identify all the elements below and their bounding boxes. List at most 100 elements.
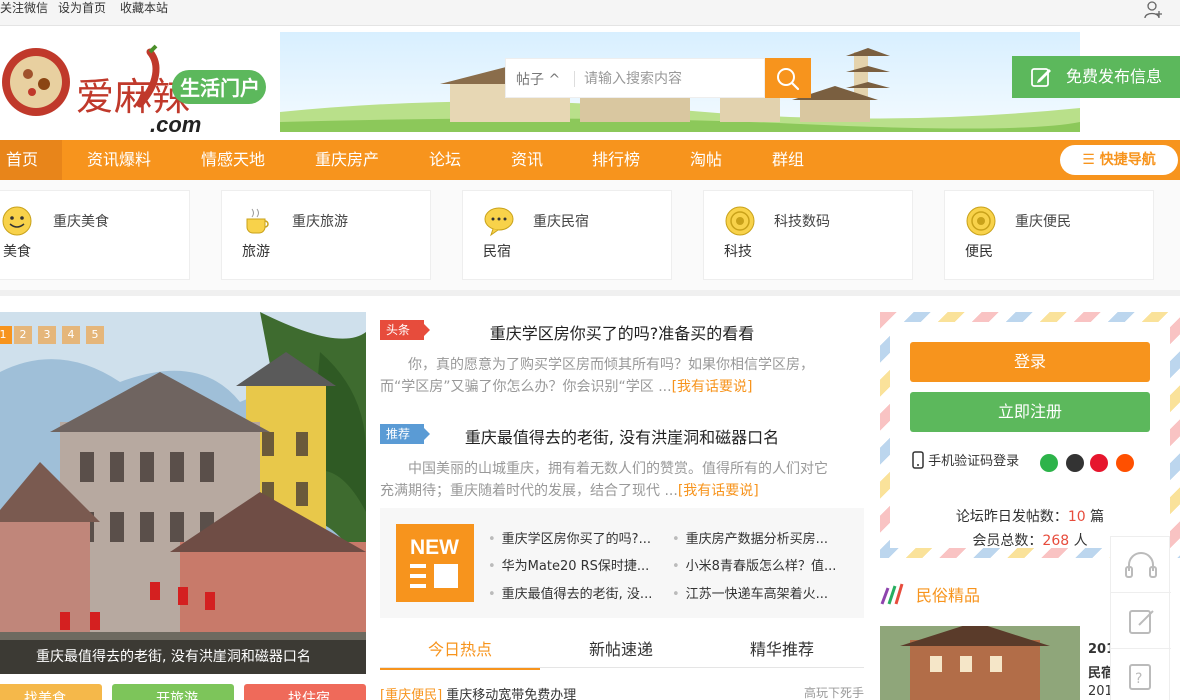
- article-title[interactable]: 重庆最值得去的老街, 没有洪崖洞和磁器口名: [380, 424, 864, 448]
- stat-posts-yesterday: 论坛昨日发帖数：10 篇: [890, 506, 1170, 526]
- main-nav: 首页 资讯爆料 情感天地 重庆房产 论坛 资讯 排行榜 淘帖 群组 ☰ 快捷导航: [0, 140, 1180, 180]
- tab-hot-today[interactable]: 今日热点: [380, 632, 540, 670]
- category-title: 科技数码: [774, 214, 830, 230]
- slider-caption[interactable]: 重庆最值得去的老街, 没有洪崖洞和磁器口名: [0, 640, 366, 674]
- new-post-link[interactable]: 重庆学区房你买了的吗?...: [488, 528, 651, 547]
- slider-dot[interactable]: 2: [14, 326, 32, 344]
- quick-nav-button[interactable]: ☰ 快捷导航: [1060, 145, 1178, 175]
- feedback-tool[interactable]: [1111, 593, 1171, 649]
- category-title: 重庆美食: [53, 214, 109, 230]
- set-home-link[interactable]: 设为首页: [58, 0, 106, 16]
- news-icon: NEW: [410, 536, 459, 588]
- excerpt-line: 你，真的愿意为了购买学区房而倾其所有吗？如果你相信学区房，: [408, 357, 814, 373]
- qq-icon[interactable]: [1066, 454, 1084, 472]
- article-headline: 头条 重庆学区房你买了的吗?准备买的看看 你，真的愿意为了购买学区房而倾其所有吗…: [380, 320, 864, 400]
- post-tabs: 今日热点 新帖速递 精华推荐: [380, 632, 864, 670]
- svg-text:?: ?: [1135, 671, 1142, 687]
- nav-item-emotion[interactable]: 情感天地: [201, 140, 265, 180]
- publish-info-button[interactable]: 免费发布信息: [1012, 56, 1180, 98]
- register-button[interactable]: 立即注册: [910, 392, 1150, 432]
- tab-featured[interactable]: 精华推荐: [702, 632, 862, 668]
- category-sub: 旅游: [242, 244, 270, 260]
- comment-link[interactable]: [我有话要说]: [672, 379, 753, 395]
- news-author: 高玩下死手: [803, 686, 864, 700]
- slider-dot[interactable]: 1: [0, 326, 12, 344]
- help-tool[interactable]: ?: [1111, 649, 1171, 700]
- find-stay-button[interactable]: 找住宿: [244, 684, 366, 700]
- coffee-cup-icon: [246, 208, 269, 234]
- new-badge: NEW: [396, 524, 474, 602]
- stat-label: 论坛昨日发帖数：: [955, 509, 1068, 525]
- category-card-tech[interactable]: 科技数码 科技: [703, 190, 913, 280]
- article-title[interactable]: 重庆学区房你买了的吗?准备买的看看: [380, 320, 864, 344]
- article-recommended: 推荐 重庆最值得去的老街, 没有洪崖洞和磁器口名 中国美丽的山城重庆，拥有着无数…: [380, 424, 864, 504]
- category-sub: 民宿: [483, 244, 511, 260]
- new-post-link[interactable]: 小米8青春版怎么样？值...: [672, 555, 837, 574]
- edit-icon: [1031, 68, 1051, 87]
- nav-item-real-estate[interactable]: 重庆房产: [315, 140, 379, 180]
- folk-item-image[interactable]: [880, 626, 1080, 700]
- folk-section-header: 民俗精品: [880, 580, 1110, 608]
- category-row: 重庆美食 美食 重庆旅游 旅游 重庆民宿 民宿 科技数码 科技 重庆便民 便民: [0, 180, 1180, 292]
- nav-item-home[interactable]: 首页: [0, 140, 62, 180]
- nav-item-ranking[interactable]: 排行榜: [592, 140, 640, 180]
- stat-value: 268: [1042, 533, 1070, 549]
- wechat-icon[interactable]: [1040, 454, 1058, 472]
- weibo-icon[interactable]: [1090, 454, 1108, 472]
- taobao-icon[interactable]: [1116, 454, 1134, 472]
- slider-dot[interactable]: 5: [86, 326, 104, 344]
- new-post-link[interactable]: 重庆房产数据分析买房...: [672, 528, 828, 547]
- new-post-link[interactable]: 华为Mate20 RS保时捷...: [488, 555, 650, 574]
- folk-section-icon: [880, 583, 904, 605]
- comment-link[interactable]: [我有话要说]: [678, 483, 759, 499]
- category-card-homestay[interactable]: 重庆民宿 民宿: [462, 190, 672, 280]
- find-food-button[interactable]: 找美食: [0, 684, 102, 700]
- logo-domain: .com: [150, 112, 201, 137]
- category-card-food[interactable]: 重庆美食 美食: [0, 190, 190, 280]
- tab-new-posts[interactable]: 新帖速递: [541, 632, 701, 668]
- category-card-convenience[interactable]: 重庆便民 便民: [944, 190, 1154, 280]
- nav-item-forum[interactable]: 论坛: [429, 140, 461, 180]
- nav-item-taotie[interactable]: 淘帖: [690, 140, 722, 180]
- new-posts-box: NEW 重庆学区房你买了的吗?... 重庆房产数据分析买房... 华为Mate2…: [380, 508, 864, 618]
- article-excerpt: 中国美丽的山城重庆，拥有着无数人们的赞赏。值得所有的人们对它 充满期待；重庆随着…: [380, 458, 864, 502]
- smiley-icon: [2, 206, 32, 236]
- login-panel-inner: 登录 立即注册 手机验证码登录 论坛昨日发帖数：10 篇 会员总数：268 人: [890, 322, 1170, 549]
- search-input[interactable]: [584, 67, 762, 91]
- target-icon: [725, 206, 755, 236]
- follow-wechat-link[interactable]: 关注微信: [0, 0, 48, 16]
- bookmark-link[interactable]: 收藏本站: [120, 0, 168, 16]
- news-list-item[interactable]: [重庆便民] 重庆移动宽带免费办理 高玩下死手: [380, 684, 864, 700]
- site-logo[interactable]: 爱麻辣 .com 生活门户: [0, 44, 275, 148]
- slider-dot[interactable]: 3: [38, 326, 56, 344]
- category-sub: 科技: [724, 244, 752, 260]
- publish-label: 免费发布信息: [1066, 67, 1163, 86]
- nav-item-groups[interactable]: 群组: [772, 140, 804, 180]
- help-icon: ?: [1129, 664, 1151, 690]
- login-button[interactable]: 登录: [910, 342, 1150, 382]
- phone-login-link[interactable]: 手机验证码登录: [912, 450, 1019, 469]
- new-post-link[interactable]: 江苏一快递车高架着火...: [672, 583, 828, 602]
- new-post-link[interactable]: 重庆最值得去的老街, 没...: [488, 583, 653, 602]
- article-excerpt: 你，真的愿意为了购买学区房而倾其所有吗？如果你相信学区房， 而“学区房”又骗了你…: [380, 354, 864, 398]
- customer-service-tool[interactable]: [1111, 537, 1171, 593]
- nav-item-news-tips[interactable]: 资讯爆料: [87, 140, 151, 180]
- image-slider[interactable]: 1 2 3 4 5 重庆最值得去的老街, 没有洪崖洞和磁器口名: [0, 312, 366, 674]
- category-title: 重庆民宿: [533, 214, 589, 230]
- phone-login-label: 手机验证码登录: [928, 454, 1020, 469]
- excerpt-line: 而“学区房”又骗了你怎么办？你会识别“学区 ...: [380, 379, 672, 395]
- side-toolbar: ?: [1110, 536, 1171, 700]
- category-sub: 便民: [965, 244, 993, 260]
- travel-button[interactable]: 开旅游: [112, 684, 234, 700]
- edit-icon: [1129, 610, 1154, 634]
- header: 爱麻辣 .com 生活门户 帖子 ^ 请输入搜索内容 免费发布信息: [0, 26, 1180, 140]
- user-add-icon[interactable]: [1144, 0, 1164, 20]
- search-scope-dropdown[interactable]: 帖子 ^: [516, 69, 560, 89]
- nav-item-news[interactable]: 资讯: [511, 140, 543, 180]
- slider-dot[interactable]: 4: [62, 326, 80, 344]
- search-button[interactable]: [765, 58, 811, 98]
- excerpt-line: 充满期待；重庆随着时代的发展，结合了现代 ...: [380, 483, 678, 499]
- login-panel: 登录 立即注册 手机验证码登录 论坛昨日发帖数：10 篇 会员总数：268 人: [880, 312, 1180, 558]
- category-card-travel[interactable]: 重庆旅游 旅游: [221, 190, 431, 280]
- stat-unit: 篇: [1085, 509, 1105, 525]
